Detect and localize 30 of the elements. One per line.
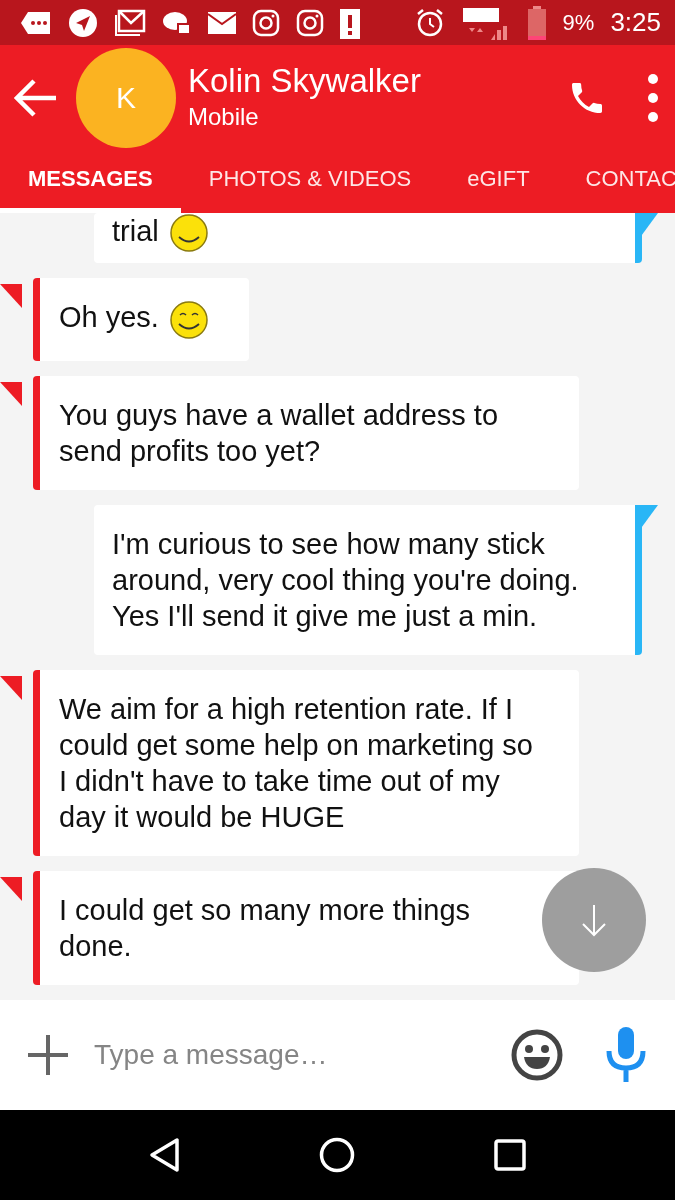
incoming-message: We aim for a high retention rate. If I could get some help on marketing so I didn't have to take time out of my day it would be HUGE: [33, 669, 579, 856]
tab[interactable]: eGIFT: [439, 150, 558, 213]
recents-nav-icon[interactable]: [493, 1139, 526, 1171]
alert-icon: [340, 6, 360, 39]
incoming-message: You guys have a wallet address to send profits too yet?: [33, 375, 579, 490]
battery-icon: [526, 5, 547, 40]
tab[interactable]: PHOTOS & VIDEOS: [180, 150, 440, 213]
emoji-icon[interactable]: [511, 1029, 563, 1081]
camera-icon: [296, 8, 324, 37]
message-input[interactable]: Type a message…: [92, 1038, 489, 1072]
contact-avatar: K: [76, 47, 176, 148]
battery-percent: 9%: [562, 9, 595, 36]
more-options-icon[interactable]: [647, 72, 659, 123]
back-arrow-icon[interactable]: [14, 77, 58, 118]
outgoing-message: trial: [94, 213, 642, 264]
mail-icon: [114, 8, 146, 37]
incoming-message: Oh yes.: [33, 278, 249, 361]
add-icon[interactable]: [26, 1033, 70, 1077]
contact-name: Kolin Skywalker: [188, 61, 422, 100]
clock-time: 3:25: [610, 7, 661, 38]
navigation-icon: [68, 7, 98, 38]
outgoing-message: I'm curious to see how many stick around, very cool thing you're doing. Yes I'll send it give me just a min.: [94, 504, 642, 655]
message-icon: [20, 9, 52, 36]
home-nav-icon[interactable]: [319, 1137, 356, 1173]
incoming-message: I could get so many more things done.: [33, 870, 579, 985]
envelope-icon: [208, 11, 236, 34]
contact-number-type: Mobile: [188, 101, 260, 132]
microphone-icon[interactable]: [605, 1027, 647, 1083]
back-nav-icon[interactable]: [149, 1137, 182, 1173]
camera-icon: [252, 8, 280, 37]
